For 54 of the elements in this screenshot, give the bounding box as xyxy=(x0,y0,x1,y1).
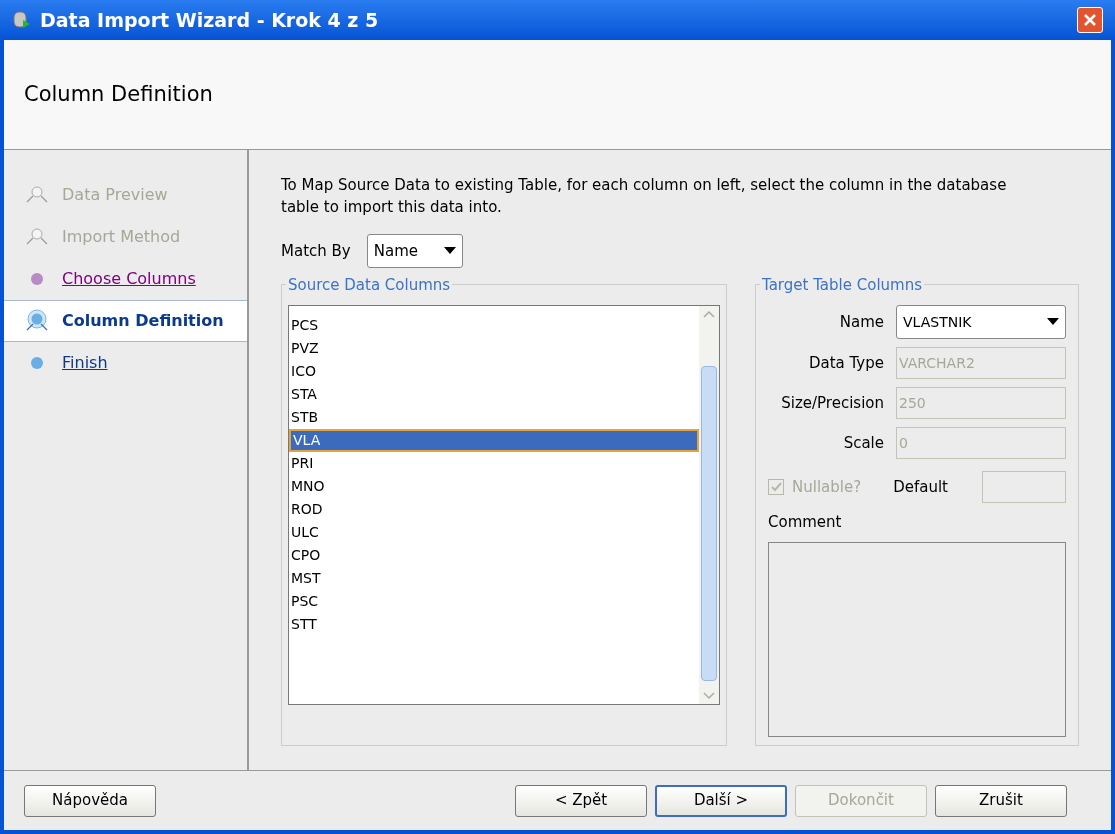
list-item[interactable]: ULC xyxy=(289,521,699,544)
step-label: Import Method xyxy=(62,226,181,248)
list-item[interactable]: MST xyxy=(289,567,699,590)
check-icon xyxy=(770,482,782,492)
wizard-button[interactable]: Zrušit xyxy=(935,784,1067,817)
wizard-button[interactable]: Nápověda xyxy=(24,784,156,817)
step-label: Finish xyxy=(62,352,108,374)
field-label: Comment xyxy=(768,512,843,533)
step-label: Data Preview xyxy=(62,184,168,206)
field-label: Default xyxy=(893,476,948,498)
list-item[interactable]: PCS xyxy=(289,314,699,337)
scroll-down-icon xyxy=(703,692,715,700)
database-icon xyxy=(12,10,32,30)
caret-icon xyxy=(1047,318,1059,326)
close-icon xyxy=(1083,13,1097,27)
caret-icon xyxy=(443,247,456,255)
window-title: Data Import Wizard - Krok 4 z 5 xyxy=(40,7,380,33)
match-by-label: Match By xyxy=(281,240,351,262)
list-item[interactable]: STB xyxy=(289,406,699,429)
field-label: Size/Precision xyxy=(780,392,884,414)
step-dot-icon xyxy=(30,356,44,370)
step-dot-icon xyxy=(30,272,44,286)
step-label: Choose Columns xyxy=(62,268,196,290)
list-item[interactable]: VLA xyxy=(289,429,699,452)
scroll-thumb[interactable] xyxy=(701,366,717,681)
field-label: Data Type xyxy=(807,352,884,374)
list-item[interactable]: ICO xyxy=(289,360,699,383)
nullable-label: Nullable? xyxy=(792,476,862,498)
list-item[interactable]: MNO xyxy=(289,475,699,498)
instructions-text: To Map Source Data to existing Table, for each column on left, select the column in the database table to import this data into. xyxy=(281,175,1008,218)
list-item[interactable]: PSC xyxy=(289,590,699,613)
column-select-dropdown[interactable]: VLASTNIK xyxy=(896,305,1066,339)
field-label: Scale xyxy=(842,432,884,454)
step-item[interactable]: Choose Columns xyxy=(4,258,247,300)
step-item[interactable]: Column Definition xyxy=(4,300,247,342)
scrollbar[interactable] xyxy=(699,306,719,704)
list-item[interactable]: PVZ xyxy=(289,337,699,360)
step-label: Column Definition xyxy=(62,310,224,332)
default-field[interactable] xyxy=(982,471,1066,503)
list-item[interactable]: CPO xyxy=(289,544,699,567)
field-label: Name xyxy=(838,311,884,333)
close-button[interactable] xyxy=(1077,7,1103,33)
list-item[interactable]: STT xyxy=(289,613,699,636)
step-item[interactable]: Finish xyxy=(4,342,247,384)
list-item[interactable]: STA xyxy=(289,383,699,406)
comment-field[interactable] xyxy=(768,541,1066,737)
wizard-button[interactable]: < Zpět xyxy=(515,784,647,817)
wizard-button[interactable]: Další > xyxy=(655,784,787,817)
step-current-icon xyxy=(24,309,50,333)
page-title: Column Definition xyxy=(24,80,213,108)
list-item[interactable]: PRI xyxy=(289,452,699,475)
scroll-up-icon xyxy=(703,310,715,318)
list-item[interactable]: ROD xyxy=(289,498,699,521)
match-by-dropdown[interactable]: Name xyxy=(366,234,463,268)
